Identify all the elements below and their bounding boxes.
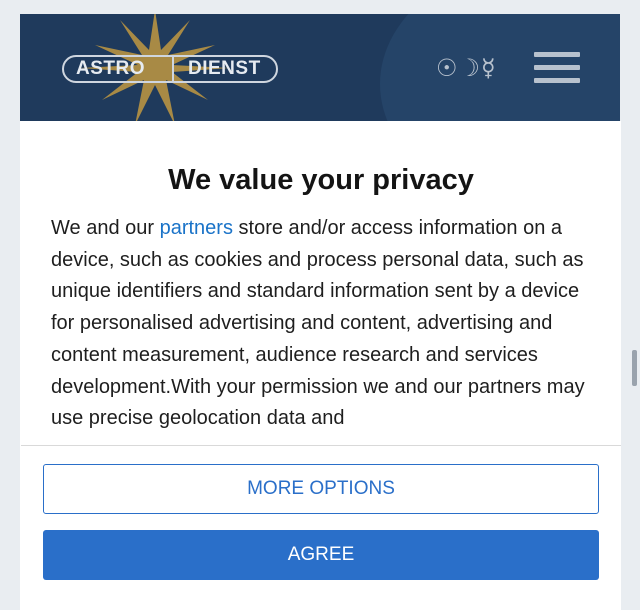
header-decoration <box>380 14 620 121</box>
dialog-title: We value your privacy <box>168 164 474 196</box>
dialog-body-text: We and our partners store and/or access … <box>51 213 601 435</box>
privacy-consent-dialog: We value your privacy We and our partner… <box>21 121 621 610</box>
body-text-start: We and our <box>51 217 160 239</box>
site-logo[interactable]: ASTRO DIENST <box>62 55 278 83</box>
body-text-rest: store and/or access information on a dev… <box>51 217 585 430</box>
hamburger-menu-icon[interactable] <box>534 52 580 86</box>
logo-word-astro: ASTRO <box>76 58 145 79</box>
dialog-divider <box>21 445 621 446</box>
site-header: ASTRO DIENST ☉☽☿ <box>20 14 620 121</box>
planet-symbols-icon[interactable]: ☉☽☿ <box>436 54 497 82</box>
agree-button[interactable]: AGREE <box>43 530 599 580</box>
more-options-button[interactable]: MORE OPTIONS <box>43 464 599 514</box>
scrollbar-thumb[interactable] <box>632 350 637 386</box>
logo-word-dienst: DIENST <box>188 58 261 79</box>
partners-link[interactable]: partners <box>160 217 233 239</box>
